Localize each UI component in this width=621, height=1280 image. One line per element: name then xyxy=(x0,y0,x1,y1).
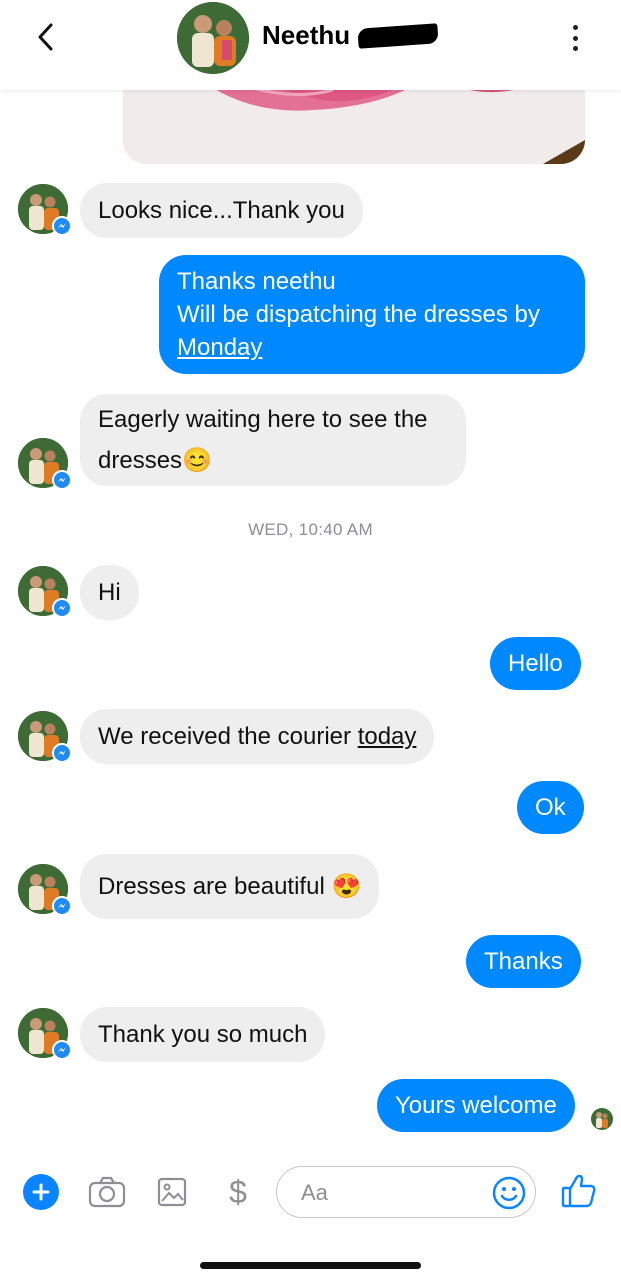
thumbs-up-button[interactable] xyxy=(560,1172,600,1212)
dot-icon xyxy=(572,46,578,51)
messenger-badge-icon xyxy=(52,598,72,618)
sender-avatar[interactable] xyxy=(18,566,72,618)
incoming-message[interactable]: Looks nice...Thank you xyxy=(80,183,363,238)
outgoing-message[interactable]: Thanks xyxy=(466,935,581,988)
messenger-badge-icon xyxy=(52,743,72,763)
thumbs-up-icon xyxy=(561,1174,596,1208)
messenger-badge-icon xyxy=(52,470,72,490)
messenger-badge-icon xyxy=(52,216,72,236)
contact-name[interactable]: Neethu xyxy=(262,20,439,51)
messenger-badge-icon xyxy=(52,896,72,916)
contact-avatar[interactable] xyxy=(177,2,249,74)
smiling-emoji: 😊 xyxy=(182,447,212,474)
outgoing-message[interactable]: Yours welcome xyxy=(377,1079,575,1132)
emoji-button[interactable] xyxy=(491,1175,527,1211)
message-composer: $ xyxy=(0,1150,621,1240)
message-text: Hi xyxy=(98,579,121,606)
message-text: Yours welcome xyxy=(395,1092,557,1119)
sender-avatar[interactable] xyxy=(18,1008,72,1060)
image-icon xyxy=(157,1177,187,1207)
smiley-icon xyxy=(492,1176,526,1210)
outgoing-message[interactable]: Ok xyxy=(517,781,584,834)
incoming-message[interactable]: Dresses are beautiful 😍 xyxy=(80,854,380,919)
message-text: Hello xyxy=(508,650,563,677)
message-input-container xyxy=(276,1166,536,1218)
message-text: dresses xyxy=(98,447,183,474)
message-input[interactable] xyxy=(299,1175,483,1211)
chevron-left-icon xyxy=(38,23,53,51)
message-text: Looks nice...Thank you xyxy=(98,197,345,224)
message-text-line: dresses😊 xyxy=(98,440,448,481)
outgoing-message[interactable]: Hello xyxy=(490,637,581,690)
more-actions-button[interactable] xyxy=(23,1174,59,1210)
message-text: Ok xyxy=(535,794,566,821)
incoming-message[interactable]: Eagerly waiting here to see the dresses😊 xyxy=(80,394,466,486)
sender-avatar[interactable] xyxy=(18,711,72,763)
heart-eyes-emoji: 😍 xyxy=(331,873,362,900)
payment-button[interactable]: $ xyxy=(218,1172,258,1212)
message-text: We received the courier xyxy=(98,723,358,750)
date-link[interactable]: today xyxy=(358,723,417,750)
photo-gallery-button[interactable] xyxy=(152,1172,192,1212)
contact-name-text: Neethu xyxy=(262,20,351,50)
outgoing-message[interactable]: Thanks neethu Will be dispatching the dr… xyxy=(159,255,585,374)
sender-avatar[interactable] xyxy=(18,438,72,490)
home-indicator[interactable] xyxy=(200,1262,421,1269)
sender-avatar[interactable] xyxy=(18,184,72,236)
camera-icon xyxy=(88,1176,126,1208)
message-text-line: Will be dispatching the dresses by xyxy=(177,301,540,328)
more-options-button[interactable] xyxy=(560,22,590,54)
conversation-header: Neethu xyxy=(0,0,621,90)
camera-button[interactable] xyxy=(87,1172,127,1212)
incoming-message[interactable]: Thank you so much xyxy=(80,1007,326,1062)
message-text-line: Thanks neethu xyxy=(177,268,336,295)
plus-icon xyxy=(32,1183,50,1201)
incoming-message[interactable]: Hi xyxy=(80,565,139,620)
messenger-badge-icon xyxy=(52,1040,72,1060)
timestamp-divider: WED, 10:40 AM xyxy=(248,520,373,539)
message-text-line: Eagerly waiting here to see the xyxy=(98,406,428,433)
message-text: Thanks xyxy=(484,948,563,975)
profile-photo xyxy=(177,2,249,74)
back-button[interactable] xyxy=(28,20,62,54)
dot-icon xyxy=(572,35,578,41)
incoming-message[interactable]: We received the courier today xyxy=(80,709,435,764)
message-text: Thank you so much xyxy=(98,1021,308,1048)
message-text: Dresses are beautiful xyxy=(98,873,332,900)
read-receipt-avatar xyxy=(591,1108,613,1130)
dollar-icon: $ xyxy=(229,1173,247,1210)
date-link[interactable]: Monday xyxy=(177,331,567,364)
sender-avatar[interactable] xyxy=(18,864,72,916)
dot-icon xyxy=(572,25,578,30)
redaction-mark xyxy=(357,22,439,49)
